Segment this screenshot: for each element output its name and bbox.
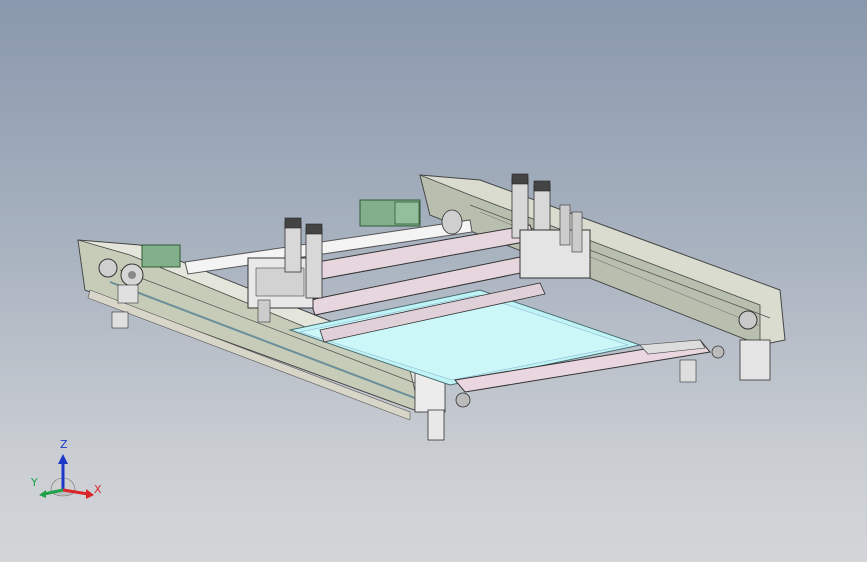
coordinate-triad: Z X Y: [28, 438, 108, 510]
left-carriage[interactable]: [247, 217, 323, 323]
y-axis-label: Y: [31, 476, 38, 489]
x-axis-label: X: [94, 483, 102, 496]
z-axis-label: Z: [60, 438, 68, 451]
cad-viewport[interactable]: Z X Y: [0, 0, 867, 562]
cad-model[interactable]: [0, 0, 867, 562]
triad-graphic: [39, 454, 94, 499]
